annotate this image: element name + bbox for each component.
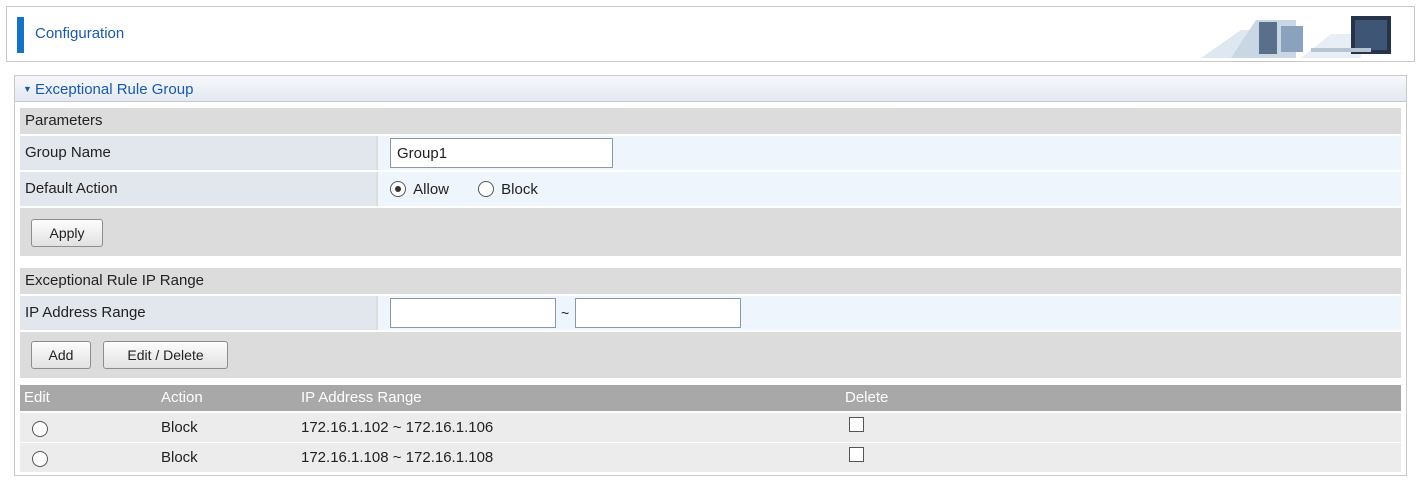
- collapse-triangle-icon[interactable]: ▼: [23, 84, 32, 94]
- edit-select-radio[interactable]: [32, 421, 48, 437]
- table-row: Block 172.16.1.108 ~ 172.16.1.108: [20, 443, 1401, 473]
- apply-row: Apply: [20, 208, 1401, 256]
- ip-address-range-row: IP Address Range ~: [20, 296, 1401, 330]
- table-row: Block 172.16.1.102 ~ 172.16.1.106: [20, 413, 1401, 443]
- allow-radio[interactable]: [390, 181, 406, 198]
- ip-address-range-label: IP Address Range: [20, 296, 376, 330]
- exceptional-rule-group-panel: ▼ Exceptional Rule Group Parameters Grou…: [14, 75, 1407, 476]
- column-header-edit: Edit: [24, 389, 50, 406]
- office-desk-banner-icon: [1201, 16, 1391, 58]
- group-name-value-cell: [378, 136, 1401, 170]
- parameters-section-title: Parameters: [20, 108, 1401, 134]
- column-header-action: Action: [161, 389, 203, 406]
- rule-action: Block: [161, 419, 198, 436]
- allow-radio-group[interactable]: Allow: [390, 180, 449, 198]
- add-button[interactable]: Add: [31, 341, 91, 369]
- ip-range-section-title: Exceptional Rule IP Range: [20, 268, 1401, 294]
- ip-range-from-input[interactable]: [390, 298, 556, 328]
- block-radio-group[interactable]: Block: [478, 180, 538, 198]
- default-action-row: Default Action Allow Block: [20, 172, 1401, 206]
- title-accent-bar: [17, 17, 24, 53]
- edit-delete-button[interactable]: Edit / Delete: [103, 341, 228, 369]
- ip-range-to-input[interactable]: [575, 298, 741, 328]
- ip-address-range-value-cell: ~: [378, 296, 1401, 330]
- panel-header[interactable]: ▼ Exceptional Rule Group: [15, 76, 1406, 102]
- edit-select-radio[interactable]: [32, 451, 48, 467]
- block-radio[interactable]: [478, 181, 494, 198]
- panel-title: Exceptional Rule Group: [35, 81, 194, 98]
- column-header-delete: Delete: [845, 389, 889, 406]
- page-title: Configuration: [35, 25, 125, 42]
- default-action-label: Default Action: [20, 172, 376, 206]
- default-action-value-cell: Allow Block: [378, 172, 1401, 206]
- ip-range-buttons-row: Add Edit / Delete: [20, 332, 1401, 378]
- group-name-label: Group Name: [20, 136, 376, 170]
- delete-checkbox[interactable]: [849, 447, 864, 462]
- apply-button[interactable]: Apply: [31, 219, 103, 247]
- group-name-row: Group Name: [20, 136, 1401, 170]
- rules-table-header: Edit Action IP Address Range Delete: [20, 385, 1401, 411]
- rule-ip-range: 172.16.1.108 ~ 172.16.1.108: [301, 449, 494, 466]
- range-separator: ~: [561, 305, 570, 321]
- block-label: Block: [501, 180, 538, 198]
- column-header-ip-range: IP Address Range: [301, 389, 422, 406]
- rule-ip-range: 172.16.1.102 ~ 172.16.1.106: [301, 419, 494, 436]
- page-header: Configuration: [6, 6, 1415, 62]
- delete-checkbox[interactable]: [849, 417, 864, 432]
- rule-action: Block: [161, 449, 198, 466]
- group-name-input[interactable]: [390, 138, 613, 168]
- allow-label: Allow: [413, 180, 450, 198]
